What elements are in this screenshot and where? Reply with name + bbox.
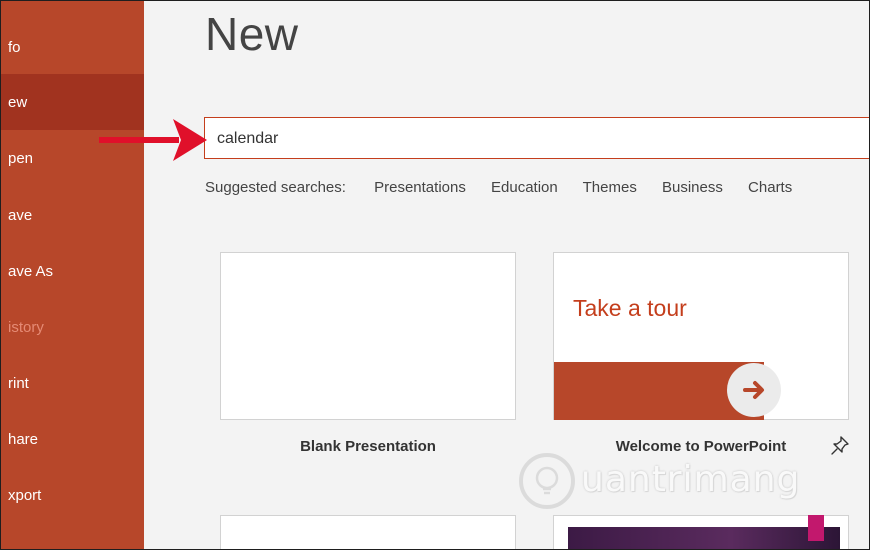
take-a-tour-text: Take a tour <box>573 295 687 321</box>
template-tile-partial[interactable] <box>553 515 849 549</box>
nav-item-print[interactable]: rint <box>1 355 144 411</box>
nav-item-label: xport <box>8 486 42 504</box>
suggested-link-business[interactable]: Business <box>662 179 723 196</box>
template-label-blank: Blank Presentation <box>300 438 436 455</box>
nav-item-share[interactable]: hare <box>1 411 144 467</box>
nav-item-label: ave <box>8 206 33 224</box>
arrow-circle-icon <box>727 363 781 417</box>
page-title: New <box>205 8 299 60</box>
suggested-link-charts[interactable]: Charts <box>748 179 792 196</box>
nav-item-export[interactable]: xport <box>1 467 144 523</box>
nav-item-save[interactable]: ave <box>1 187 144 243</box>
nav-item-label: fo <box>8 38 21 56</box>
template-welcome-to-powerpoint[interactable]: Take a tour <box>553 252 849 420</box>
template-label-welcome: Welcome to PowerPoint <box>615 438 787 455</box>
nav-item-label: pen <box>8 149 34 167</box>
suggested-searches-label: Suggested searches: <box>205 179 346 196</box>
search-input[interactable] <box>215 118 819 160</box>
nav-item-save-as[interactable]: ave As <box>1 243 144 299</box>
red-arrow-annotation <box>99 119 207 161</box>
nav-item-label: rint <box>8 374 29 392</box>
suggested-link-themes[interactable]: Themes <box>583 179 637 196</box>
template-search-box[interactable] <box>204 117 869 160</box>
nav-item-label: istory <box>8 318 44 336</box>
nav-item-label: hare <box>8 430 39 448</box>
nav-item-history[interactable]: istory <box>1 299 144 355</box>
backstage-window: fo ew pen ave ave As istory rint hare xp… <box>0 0 870 550</box>
pin-icon[interactable] <box>830 435 850 457</box>
template-accent-mark <box>808 515 824 541</box>
backstage-nav: fo ew pen ave ave As istory rint hare xp… <box>1 1 144 549</box>
template-blank-presentation[interactable] <box>220 252 516 420</box>
nav-item-info[interactable]: fo <box>1 19 144 75</box>
suggested-link-education[interactable]: Education <box>491 179 558 196</box>
suggested-searches: Suggested searches: Presentations Educat… <box>205 179 813 196</box>
suggested-link-presentations[interactable]: Presentations <box>374 179 466 196</box>
template-tile-partial[interactable] <box>220 515 516 549</box>
nav-item-label: ew <box>8 93 28 111</box>
template-thumbnail <box>568 527 840 549</box>
nav-item-label: ave As <box>8 262 54 280</box>
main-panel: New Suggested searches: Presentations Ed… <box>144 1 869 549</box>
